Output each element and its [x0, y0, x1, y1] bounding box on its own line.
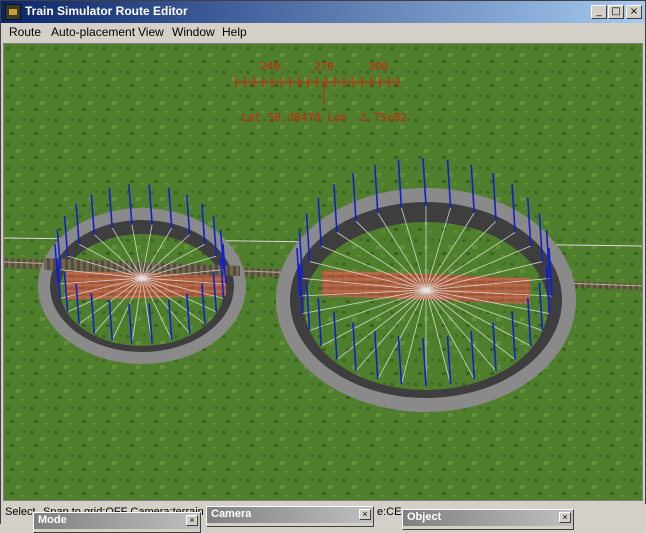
- minimize-button[interactable]: _: [591, 5, 607, 19]
- menu-view[interactable]: View: [138, 25, 164, 39]
- menu-bar: Route Auto-placement View Window Help: [1, 23, 645, 41]
- close-button[interactable]: ×: [626, 5, 642, 19]
- mode-panel-close-button[interactable]: ×: [186, 515, 198, 526]
- heading-label-300: 300: [368, 60, 388, 73]
- maximize-button[interactable]: □: [608, 5, 624, 19]
- menu-window[interactable]: Window: [172, 25, 215, 39]
- mode-panel[interactable]: Mode ×: [33, 512, 201, 533]
- editor-window: Train Simulator Route Editor _ □ × Route…: [0, 0, 646, 533]
- menu-help[interactable]: Help: [222, 25, 247, 39]
- lat-lon-readout: Lat 50.38470 Lon -1.75c82: [241, 111, 407, 124]
- title-bar[interactable]: Train Simulator Route Editor _ □ ×: [1, 1, 645, 23]
- status-bar: Select Snap to grid:OFF Camera:terrain e…: [1, 504, 646, 533]
- window-title: Train Simulator Route Editor: [25, 4, 188, 18]
- object-panel-close-button[interactable]: ×: [559, 512, 571, 523]
- menu-auto-placement[interactable]: Auto-placement: [51, 25, 135, 39]
- menu-route[interactable]: Route: [9, 25, 41, 39]
- object-panel[interactable]: Object ×: [402, 509, 574, 530]
- train-app-icon[interactable]: [5, 4, 21, 20]
- camera-panel-title[interactable]: Camera: [207, 507, 373, 523]
- heading-label-270: 270: [314, 60, 334, 73]
- status-extra-text: e:CE: [377, 506, 402, 518]
- mode-panel-title[interactable]: Mode: [34, 513, 200, 529]
- heading-label-240: 240: [260, 60, 280, 73]
- status-mode-text: Select: [5, 506, 35, 518]
- camera-panel-close-button[interactable]: ×: [359, 509, 371, 520]
- scene-render[interactable]: 240 270 300 Lat 50.38470 Lon -1.75c82: [4, 44, 643, 501]
- 3d-viewport[interactable]: 240 270 300 Lat 50.38470 Lon -1.75c82: [3, 43, 643, 501]
